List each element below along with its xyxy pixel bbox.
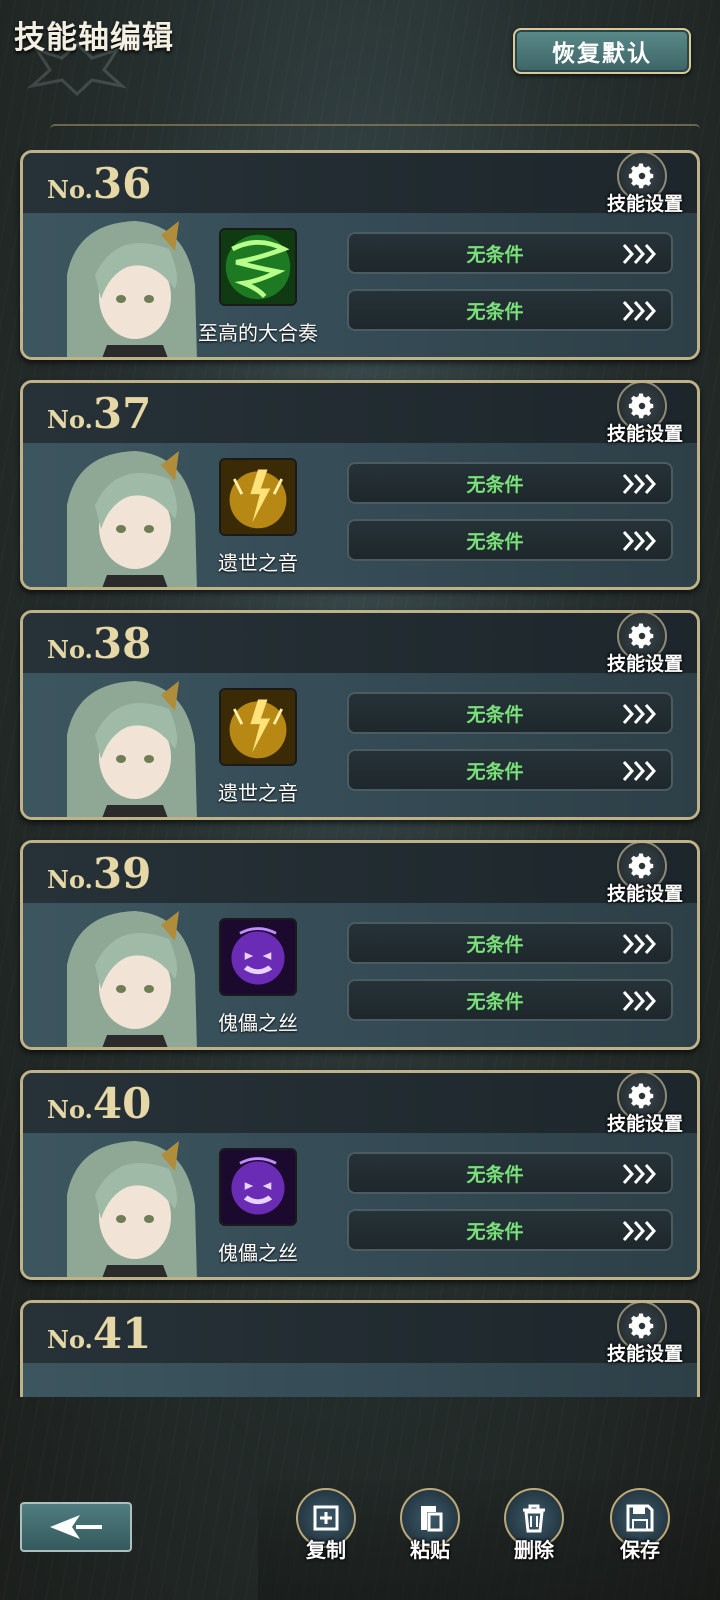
slot-number: No.37 <box>47 389 152 438</box>
delete-button[interactable]: 删除 <box>502 1488 566 1563</box>
gear-icon <box>628 853 654 879</box>
condition-selector-2[interactable]: 无条件 <box>347 749 673 791</box>
paste-button[interactable]: 粘贴 <box>398 1488 462 1563</box>
skill-name: 遗世之音 <box>218 781 298 805</box>
skill-slot-card: No.38 技能设置 遗世之音 无条件 无条件 <box>20 610 700 820</box>
skill-settings-label: 技能设置 <box>606 1343 683 1365</box>
purple-puppet-skill-icon <box>219 1148 297 1226</box>
gear-icon <box>628 1313 654 1339</box>
chevrons-right-icon <box>622 991 657 1011</box>
chevrons-right-icon <box>622 474 657 494</box>
skill-slot-card: No.37 技能设置 遗世之音 无条件 无条件 <box>20 380 700 590</box>
bottom-toolbar: 复制 粘贴 删除 保存 <box>0 1480 720 1600</box>
gear-icon <box>628 1083 654 1109</box>
condition-selector-2[interactable]: 无条件 <box>347 1209 673 1251</box>
back-arrow-icon <box>50 1515 102 1539</box>
condition-selector-1[interactable]: 无条件 <box>347 462 673 504</box>
chevrons-right-icon <box>622 244 657 264</box>
condition-selector-2[interactable]: 无条件 <box>347 979 673 1021</box>
skill-slot-card: No.41 技能设置 <box>20 1300 700 1397</box>
save-button[interactable]: 保存 <box>608 1488 672 1563</box>
skill-slot-card: No.36 技能设置 至高的大合奏 无条件 无条件 <box>20 150 700 360</box>
skill-slot-card: No.39 技能设置 傀儡之丝 无条件 无条件 <box>20 840 700 1050</box>
trash-icon <box>523 1504 545 1533</box>
paste-icon <box>421 1506 443 1532</box>
chevrons-right-icon <box>622 761 657 781</box>
skill-slot-card: No.40 技能设置 傀儡之丝 无条件 无条件 <box>20 1070 700 1280</box>
condition-selector-1[interactable]: 无条件 <box>347 692 673 734</box>
card-body <box>23 1363 697 1397</box>
divider <box>50 124 700 134</box>
floppy-disk-icon <box>626 1504 654 1532</box>
chevrons-right-icon <box>622 1221 657 1241</box>
gear-icon <box>628 623 654 649</box>
gear-icon <box>628 163 654 189</box>
slot-number: No.41 <box>47 1309 152 1358</box>
copy-icon <box>313 1505 339 1531</box>
skill-settings-label: 技能设置 <box>606 883 683 905</box>
copy-button[interactable]: 复制 <box>294 1488 358 1563</box>
skill-timeline-list[interactable]: No.36 技能设置 至高的大合奏 无条件 无条件 No.37 技能设置 遗世之… <box>0 150 720 1397</box>
skill-settings-label: 技能设置 <box>606 653 683 675</box>
chevrons-right-icon <box>622 1164 657 1184</box>
condition-selector-1[interactable]: 无条件 <box>347 1152 673 1194</box>
skill-name: 傀儡之丝 <box>218 1241 298 1265</box>
skill-settings-label: 技能设置 <box>606 423 683 445</box>
crest-emblem-icon <box>26 41 128 96</box>
back-button[interactable] <box>20 1502 132 1552</box>
skill-settings-label: 技能设置 <box>606 193 683 215</box>
skill-name: 傀儡之丝 <box>218 1011 298 1035</box>
slot-number: No.39 <box>47 849 152 898</box>
condition-selector-2[interactable]: 无条件 <box>347 289 673 331</box>
skill-name: 遗世之音 <box>218 551 298 575</box>
skill-name: 至高的大合奏 <box>198 321 318 345</box>
purple-puppet-skill-icon <box>219 918 297 996</box>
green-tornado-skill-icon <box>219 228 297 306</box>
condition-selector-2[interactable]: 无条件 <box>347 519 673 561</box>
chevrons-right-icon <box>622 704 657 724</box>
restore-default-button[interactable]: 恢复默认 <box>513 28 691 74</box>
slot-number: No.40 <box>47 1079 152 1128</box>
golden-lightning-skill-icon <box>219 458 297 536</box>
skill-settings-label: 技能设置 <box>606 1113 683 1135</box>
slot-number: No.36 <box>47 159 152 208</box>
condition-selector-1[interactable]: 无条件 <box>347 922 673 964</box>
slot-number: No.38 <box>47 619 152 668</box>
chevrons-right-icon <box>622 301 657 321</box>
chevrons-right-icon <box>622 934 657 954</box>
chevrons-right-icon <box>622 531 657 551</box>
golden-lightning-skill-icon <box>219 688 297 766</box>
condition-selector-1[interactable]: 无条件 <box>347 232 673 274</box>
gear-icon <box>628 393 654 419</box>
